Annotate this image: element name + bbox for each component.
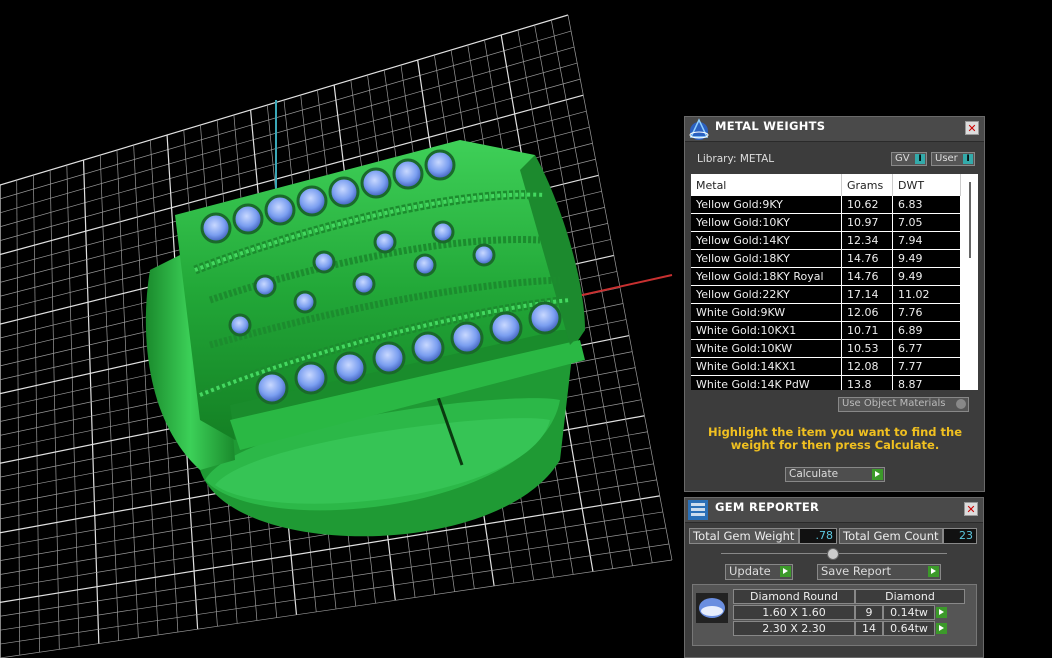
library-label: Library: METAL xyxy=(697,153,775,165)
cell-dwt: 7.05 xyxy=(892,213,961,232)
update-label: Update xyxy=(729,564,771,578)
column-header-grams[interactable]: Grams xyxy=(841,174,893,196)
cell-dwt: 7.77 xyxy=(892,357,961,376)
table-row[interactable]: Yellow Gold:9KY 10.62 6.83 xyxy=(691,196,961,214)
use-object-materials-label: Use Object Materials xyxy=(842,398,946,409)
table-row[interactable]: White Gold:10KW 10.53 6.77 xyxy=(691,339,961,358)
cell-metal: Yellow Gold:22KY xyxy=(691,285,842,304)
diamond-round-icon xyxy=(696,593,728,623)
metal-weights-titlebar[interactable]: METAL WEIGHTS ✕ xyxy=(685,117,984,142)
cell-grams: 13.8 xyxy=(841,375,893,390)
cell-metal: Yellow Gold:14KY xyxy=(691,231,842,250)
cell-grams: 17.14 xyxy=(841,285,893,304)
table-row[interactable]: Yellow Gold:18KY 14.76 9.49 xyxy=(691,249,961,268)
cell-metal: Yellow Gold:10KY xyxy=(691,213,842,232)
metal-weights-panel: METAL WEIGHTS ✕ Library: METAL GV I User I… xyxy=(684,116,985,492)
cell-dwt: 7.76 xyxy=(892,303,961,322)
gem-size-cell: 2.30 X 2.30 xyxy=(733,621,855,636)
cell-dwt: 11.02 xyxy=(892,285,961,304)
calculate-button[interactable]: Calculate xyxy=(785,467,885,482)
gv-label: GV xyxy=(895,153,910,164)
gem-count-cell: 14 xyxy=(855,621,883,636)
gem-weight-cell: 0.14tw xyxy=(883,605,935,620)
cell-metal: White Gold:10KW xyxy=(691,339,842,358)
save-report-button[interactable]: Save Report xyxy=(817,564,941,580)
metal-weights-close-icon[interactable]: ✕ xyxy=(965,121,979,135)
column-header-dwt[interactable]: DWT xyxy=(892,174,961,196)
scroll-thumb[interactable] xyxy=(969,182,971,258)
metal-weights-logo-icon xyxy=(689,118,709,140)
table-row[interactable]: White Gold:14K PdW 13.8 8.87 xyxy=(691,375,961,390)
gem-material-header: Diamond xyxy=(855,589,965,604)
cell-metal: White Gold:14KX1 xyxy=(691,357,842,376)
cell-grams: 12.34 xyxy=(841,231,893,250)
metal-list-scrollbar[interactable] xyxy=(961,174,978,390)
cell-metal: Yellow Gold:9KY xyxy=(691,196,842,214)
cell-dwt: 6.89 xyxy=(892,321,961,340)
table-row[interactable]: White Gold:10KX1 10.71 6.89 xyxy=(691,321,961,340)
gem-count-cell: 9 xyxy=(855,605,883,620)
splitter-handle[interactable] xyxy=(827,548,839,560)
cell-dwt: 9.49 xyxy=(892,249,961,268)
cell-metal: White Gold:10KX1 xyxy=(691,321,842,340)
cell-grams: 10.53 xyxy=(841,339,893,358)
cell-grams: 10.97 xyxy=(841,213,893,232)
cell-metal: White Gold:9KW xyxy=(691,303,842,322)
instruction-text: Highlight the item you want to find the … xyxy=(708,425,962,452)
gv-toggle[interactable]: GV I xyxy=(891,152,927,166)
gem-type-header: Diamond Round xyxy=(733,589,855,604)
gem-row-play-icon[interactable] xyxy=(936,607,947,618)
total-gem-count-label: Total Gem Count xyxy=(839,528,943,544)
save-report-label: Save Report xyxy=(821,564,892,578)
gem-reporter-panel: GEM REPORTER ✕ Total Gem Weight .78 Tota… xyxy=(684,497,984,658)
radio-icon xyxy=(956,399,966,409)
cell-metal: Yellow Gold:18KY xyxy=(691,249,842,268)
cell-dwt: 6.83 xyxy=(892,196,961,214)
table-row[interactable]: Yellow Gold:14KY 12.34 7.94 xyxy=(691,231,961,250)
cell-grams: 14.76 xyxy=(841,267,893,286)
user-label: User xyxy=(935,153,958,164)
ring-model[interactable] xyxy=(145,140,585,537)
gem-reporter-titlebar[interactable]: GEM REPORTER ✕ xyxy=(685,498,983,523)
cell-grams: 10.62 xyxy=(841,196,893,214)
use-object-materials-button[interactable]: Use Object Materials xyxy=(838,397,969,412)
play-icon xyxy=(928,566,939,577)
cell-dwt: 7.94 xyxy=(892,231,961,250)
cell-metal: White Gold:14K PdW xyxy=(691,375,842,390)
cell-dwt: 6.77 xyxy=(892,339,961,358)
splitter-slider[interactable] xyxy=(721,548,947,560)
user-toggle[interactable]: User I xyxy=(931,152,975,166)
table-row[interactable]: Yellow Gold:22KY 17.14 11.02 xyxy=(691,285,961,304)
gem-reporter-title: GEM REPORTER xyxy=(715,500,820,514)
metal-weights-title: METAL WEIGHTS xyxy=(715,119,826,133)
cell-dwt: 9.49 xyxy=(892,267,961,286)
table-row[interactable]: White Gold:14KX1 12.08 7.77 xyxy=(691,357,961,376)
cell-grams: 12.08 xyxy=(841,357,893,376)
total-gem-weight-label: Total Gem Weight xyxy=(689,528,799,544)
cell-metal: Yellow Gold:18KY Royal xyxy=(691,267,842,286)
gem-reporter-logo-icon xyxy=(688,500,708,520)
gem-weight-cell: 0.64tw xyxy=(883,621,935,636)
table-row[interactable]: Yellow Gold:18KY Royal 14.76 9.49 xyxy=(691,267,961,286)
update-button[interactable]: Update xyxy=(725,564,793,580)
table-row[interactable]: White Gold:9KW 12.06 7.76 xyxy=(691,303,961,322)
column-header-metal[interactable]: Metal xyxy=(691,174,842,196)
gem-row-play-icon[interactable] xyxy=(936,623,947,634)
gem-size-cell: 1.60 X 1.60 xyxy=(733,605,855,620)
total-gem-weight-value: .78 xyxy=(799,528,837,544)
play-icon xyxy=(872,469,883,480)
play-icon xyxy=(780,566,791,577)
calculate-label: Calculate xyxy=(789,468,839,480)
gem-report-table: Diamond Round Diamond 1.60 X 1.60 9 0.14tw… xyxy=(692,584,977,646)
cell-grams: 10.71 xyxy=(841,321,893,340)
cell-grams: 14.76 xyxy=(841,249,893,268)
cell-grams: 12.06 xyxy=(841,303,893,322)
total-gem-count-value: 23 xyxy=(943,528,977,544)
gem-reporter-close-icon[interactable]: ✕ xyxy=(964,502,978,516)
metal-list[interactable]: Metal Grams DWT Yellow Gold:9KY 10.62 6.83… xyxy=(691,174,978,390)
table-row[interactable]: Yellow Gold:10KY 10.97 7.05 xyxy=(691,213,961,232)
cell-dwt: 8.87 xyxy=(892,375,961,390)
